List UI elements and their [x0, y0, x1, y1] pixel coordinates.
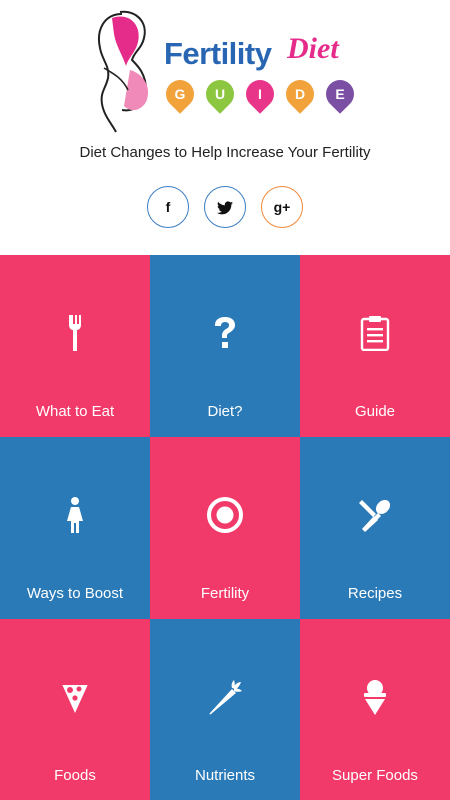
tile-label: Nutrients — [194, 767, 256, 784]
twitter-icon — [217, 201, 233, 215]
guide-letter: I — [258, 86, 262, 102]
tagline: Diet Changes to Help Increase Your Ferti… — [79, 144, 371, 161]
tile-label: Super Foods — [332, 767, 418, 784]
spoon-knife-icon — [300, 495, 450, 535]
tile-label: Recipes — [347, 585, 403, 602]
tile-foods[interactable]: Foods — [0, 619, 150, 800]
guide-letter: U — [214, 86, 226, 102]
tile-guide[interactable]: Guide — [300, 255, 450, 437]
facebook-icon: f — [165, 199, 171, 215]
guide-letter: G — [174, 86, 186, 102]
social-links: f g+ — [147, 186, 307, 228]
facebook-button[interactable]: f — [147, 186, 189, 228]
tile-label: Foods — [54, 767, 96, 784]
tile-label: Fertility — [200, 585, 250, 602]
guide-pin: U — [200, 74, 240, 114]
tile-label: Guide — [354, 403, 396, 420]
target-icon — [150, 495, 300, 535]
fork-icon — [0, 313, 150, 353]
tile-super-foods[interactable]: Super Foods — [300, 619, 450, 800]
ice-cream-icon — [300, 677, 450, 717]
menu-grid: What to Eat Diet? Guide Ways to Boost Fe… — [0, 255, 450, 800]
tile-what-to-eat[interactable]: What to Eat — [0, 255, 150, 437]
clipboard-icon — [300, 313, 450, 353]
brand-name: Fertility — [164, 36, 272, 71]
guide-pin: E — [320, 74, 360, 114]
carrot-icon — [150, 677, 300, 717]
pizza-icon — [0, 677, 150, 717]
app-logo: Fertility Diet G U I D E — [82, 8, 372, 136]
tile-label: Diet? — [207, 403, 243, 420]
brand-diet: Diet — [287, 32, 339, 65]
tile-fertility[interactable]: Fertility — [150, 437, 300, 619]
tile-recipes[interactable]: Recipes — [300, 437, 450, 619]
app-header: Fertility Diet G U I D E Diet Changes to… — [0, 0, 450, 255]
woman-icon — [0, 495, 150, 535]
tile-diet[interactable]: Diet? — [150, 255, 300, 437]
google-plus-icon: g+ — [273, 199, 291, 215]
tile-label: What to Eat — [35, 403, 115, 420]
pregnant-woman-logo-icon — [98, 10, 149, 133]
tile-label: Ways to Boost — [26, 585, 124, 602]
guide-pin: G — [160, 74, 200, 114]
tile-ways-to-boost[interactable]: Ways to Boost — [0, 437, 150, 619]
twitter-button[interactable] — [204, 186, 246, 228]
guide-letter: E — [335, 86, 345, 102]
tile-nutrients[interactable]: Nutrients — [150, 619, 300, 800]
guide-pins: G U I D E — [160, 74, 366, 120]
guide-letter: D — [294, 86, 306, 102]
guide-pin: D — [280, 74, 320, 114]
guide-pin: I — [240, 74, 280, 114]
google-plus-button[interactable]: g+ — [261, 186, 303, 228]
question-icon — [150, 313, 300, 353]
